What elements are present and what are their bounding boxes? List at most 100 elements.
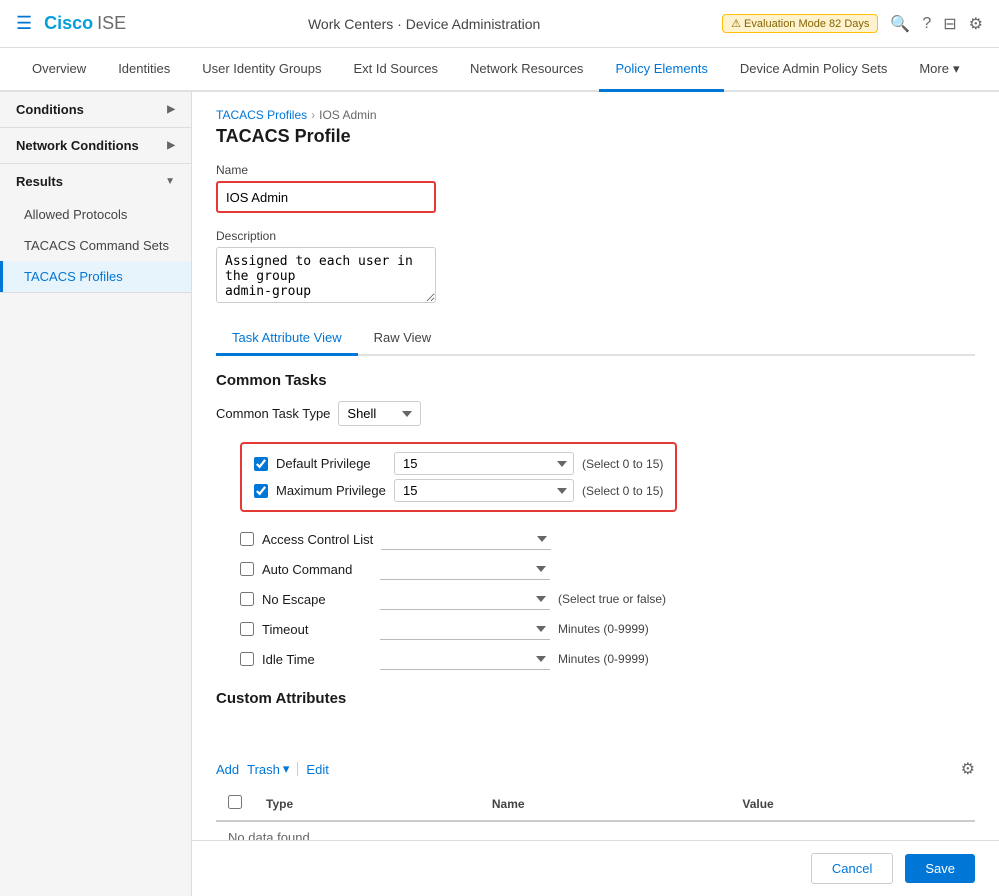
nav-item-policy-elements[interactable]: Policy Elements [599,48,723,92]
settings-icon[interactable]: ⚙ [969,14,983,34]
idle-time-select[interactable] [380,648,550,670]
edit-button[interactable]: Edit [306,762,328,777]
network-conditions-chevron-icon: ▶ [167,140,175,151]
nav-item-identities[interactable]: Identities [102,48,186,92]
idle-time-row: Idle Time Minutes (0-9999) [240,648,975,670]
main-content: TACACS Profiles › IOS Admin TACACS Profi… [192,92,999,896]
common-task-type-select[interactable]: Shell Custom [338,401,421,426]
conditions-chevron-icon: ▶ [167,104,175,115]
col-type: Type [254,787,480,821]
col-value: Value [730,787,975,821]
auto-command-label: Auto Command [262,562,372,577]
description-label: Description [216,229,975,243]
sidebar-header-results[interactable]: Results ▼ [0,164,191,199]
timeout-row: Timeout Minutes (0-9999) [240,618,975,640]
nav-item-network-resources[interactable]: Network Resources [454,48,599,92]
attr-toolbar: Add Trash ▾ Edit ⚙ [216,759,975,779]
sidebar-header-network-conditions[interactable]: Network Conditions ▶ [0,128,191,163]
sidebar-section-conditions: Conditions ▶ [0,92,191,128]
timeout-label: Timeout [262,622,372,637]
timeout-hint: Minutes (0-9999) [558,622,649,636]
footer-bar: Cancel Save [192,840,999,896]
top-header: ☰ Cisco ISE Work Centers · Device Admini… [0,0,999,48]
sidebar-item-tacacs-command-sets[interactable]: TACACS Command Sets [0,230,191,261]
description-field-group: Description Assigned to each user in the… [216,229,975,306]
sidebar: Conditions ▶ Network Conditions ▶ Result… [0,92,192,896]
header-title: Work Centers · Device Administration [138,16,710,32]
help-icon[interactable]: ? [922,15,931,33]
eval-badge[interactable]: ⚠ Evaluation Mode 82 Days [722,14,878,33]
access-control-list-select[interactable] [381,528,551,550]
access-control-list-row: Access Control List [240,528,975,550]
main-layout: Conditions ▶ Network Conditions ▶ Result… [0,92,999,896]
name-label: Name [216,163,975,177]
auto-command-checkbox[interactable] [240,562,254,576]
header-right: ⚠ Evaluation Mode 82 Days 🔍 ? ⊟ ⚙ [722,14,983,34]
maximum-privilege-select[interactable]: 15 0123 4567 891011 121314 [394,479,574,502]
tab-raw-view[interactable]: Raw View [358,322,448,356]
nav-item-user-identity-groups[interactable]: User Identity Groups [186,48,337,92]
maximum-privilege-hint: (Select 0 to 15) [582,484,663,498]
add-button[interactable]: Add [216,762,239,777]
breadcrumb: TACACS Profiles › IOS Admin [216,108,975,122]
ise-brand: ISE [97,13,126,34]
more-chevron-icon: ▾ [953,61,960,77]
idle-time-checkbox[interactable] [240,652,254,666]
breadcrumb-parent[interactable]: TACACS Profiles [216,108,307,122]
cisco-logo: Cisco ISE [44,13,126,34]
maximum-privilege-label: Maximum Privilege [276,483,386,498]
access-control-list-checkbox[interactable] [240,532,254,546]
col-name: Name [480,787,730,821]
select-all-checkbox[interactable] [228,795,242,809]
privilege-block: Default Privilege 15 0123 4567 891011 12… [240,442,677,512]
save-button[interactable]: Save [905,854,975,883]
no-escape-hint: (Select true or false) [558,592,666,606]
nav-item-more[interactable]: More ▾ [903,48,975,92]
maximum-privilege-row: Maximum Privilege 15 0123 4567 891011 12… [254,479,663,502]
idle-time-hint: Minutes (0-9999) [558,652,649,666]
task-type-row: Common Task Type Shell Custom [216,401,975,426]
results-label: Results [16,174,63,189]
custom-attributes-title: Custom Attributes [216,690,975,707]
sidebar-header-conditions[interactable]: Conditions ▶ [0,92,191,127]
nav-item-device-admin-policy-sets[interactable]: Device Admin Policy Sets [724,48,903,92]
name-input[interactable] [216,181,436,213]
no-escape-checkbox[interactable] [240,592,254,606]
sidebar-section-results: Results ▼ Allowed Protocols TACACS Comma… [0,164,191,293]
access-control-list-label: Access Control List [262,532,373,547]
default-privilege-select[interactable]: 15 0123 4567 891011 121314 [394,452,574,475]
timeout-select[interactable] [380,618,550,640]
no-escape-select[interactable]: truefalse [380,588,550,610]
sidebar-item-allowed-protocols[interactable]: Allowed Protocols [0,199,191,230]
settings-gear-icon[interactable]: ⚙ [961,759,975,779]
trash-chevron-icon: ▾ [283,761,290,777]
default-privilege-checkbox[interactable] [254,457,268,471]
auto-command-row: Auto Command [240,558,975,580]
default-privilege-label: Default Privilege [276,456,386,471]
cisco-brand: Cisco [44,13,93,34]
breadcrumb-current: IOS Admin [319,108,376,122]
results-chevron-icon: ▼ [165,176,175,187]
tab-bar: Task Attribute View Raw View [216,322,975,356]
nav-item-overview[interactable]: Overview [16,48,102,92]
more-label: More [919,61,949,76]
cancel-button[interactable]: Cancel [811,853,893,884]
toolbar-separator [297,762,298,776]
sidebar-item-tacacs-profiles[interactable]: TACACS Profiles [0,261,191,292]
network-conditions-label: Network Conditions [16,138,139,153]
timeout-checkbox[interactable] [240,622,254,636]
maximum-privilege-checkbox[interactable] [254,484,268,498]
common-tasks-section: Common Tasks Common Task Type Shell Cust… [216,372,975,670]
auto-command-select[interactable] [380,558,550,580]
notifications-icon[interactable]: ⊟ [943,14,956,34]
tab-task-attribute-view[interactable]: Task Attribute View [216,322,358,356]
no-escape-label: No Escape [262,592,372,607]
search-icon[interactable]: 🔍 [890,14,910,34]
common-tasks-title: Common Tasks [216,372,975,389]
trash-button[interactable]: Trash ▾ [247,761,289,777]
breadcrumb-separator: › [311,108,315,122]
hamburger-icon[interactable]: ☰ [16,13,32,34]
name-field-group: Name [216,163,975,213]
nav-item-ext-id-sources[interactable]: Ext Id Sources [337,48,454,92]
description-textarea[interactable]: Assigned to each user in the group admin… [216,247,436,303]
